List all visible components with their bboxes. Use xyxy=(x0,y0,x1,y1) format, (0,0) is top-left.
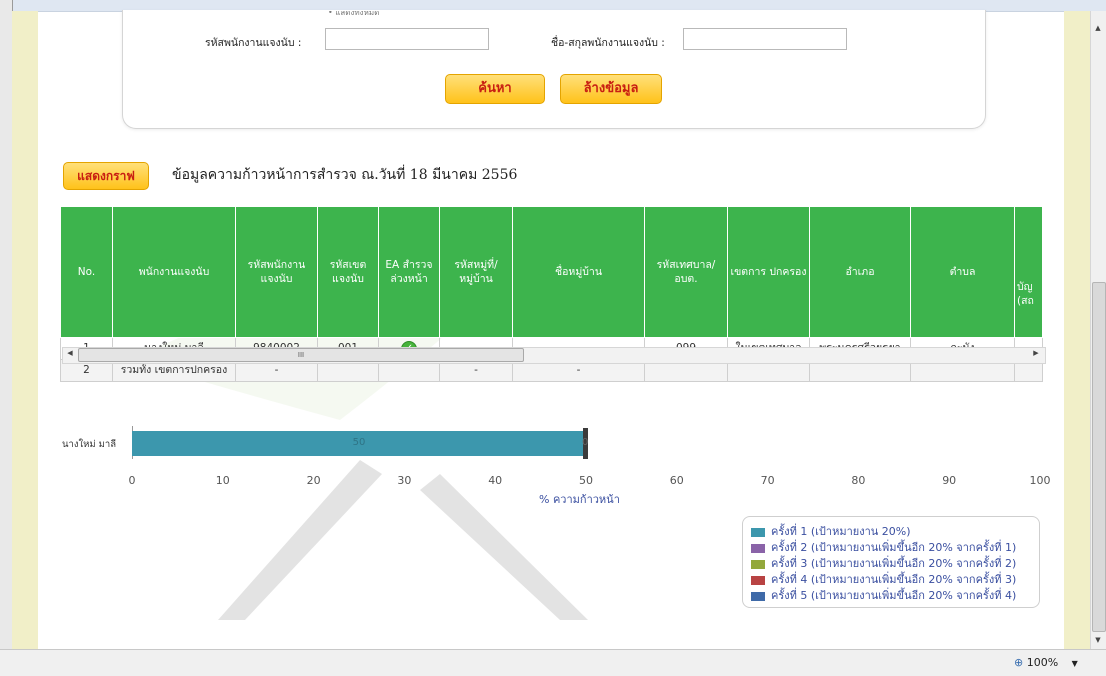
chart-x-tick-label: 0 xyxy=(128,474,136,487)
header-district: อำเภอ xyxy=(809,206,911,338)
status-bar xyxy=(0,649,1106,676)
header-emp-code: รหัสพนักงาน แจงนับ xyxy=(235,206,318,338)
header-subdistrict: ตำบล xyxy=(910,206,1015,338)
page-scroll-thumb[interactable] xyxy=(1092,282,1106,632)
header-admin-area: เขตการ ปกครอง xyxy=(727,206,810,338)
legend-swatch-3 xyxy=(751,559,765,569)
chart-x-tick-label: 50 xyxy=(579,474,593,487)
chart-x-tick-label: 90 xyxy=(942,474,957,487)
chart-bar-series-1: 50 xyxy=(132,431,586,456)
legend-label: ครั้งที่ 4 (เป้าหมายงานเพิ่มขึ้นอีก 20% … xyxy=(771,573,1017,586)
chart-x-tick-label: 80 xyxy=(851,474,866,487)
header-no: No. xyxy=(60,206,113,338)
scroll-down-arrow-icon[interactable]: ▼ xyxy=(1090,636,1106,644)
chevron-down-icon[interactable]: ▼ xyxy=(1072,659,1078,668)
emp-code-label: รหัสพนักงานแจงนับ : xyxy=(205,37,302,49)
chart-category-label: นางใหม่ มาลี xyxy=(62,439,117,450)
header-municipality-code: รหัสเทศบาล/ อบต. xyxy=(644,206,728,338)
cut-radio-label: • แสดงทั้งหมด xyxy=(328,11,380,17)
chart-x-tick-label: 10 xyxy=(215,474,230,487)
table-scroll-thumb[interactable]: III xyxy=(78,348,524,362)
chart-x-tick-label: 60 xyxy=(669,474,684,487)
header-ea-survey: EA สำรวจ ล่วงหน้า xyxy=(378,206,440,338)
legend-label: ครั้งที่ 2 (เป้าหมายงานเพิ่มขึ้นอีก 20% … xyxy=(771,541,1017,554)
emp-name-input[interactable] xyxy=(683,28,847,50)
chart-x-tick-label: 20 xyxy=(306,474,321,487)
zoom-control[interactable]: ⊕ 100% ▼ xyxy=(1014,656,1078,669)
chart-x-axis-label: % ความก้าวหน้า xyxy=(539,493,620,506)
scroll-left-arrow-icon[interactable]: ◀ xyxy=(62,349,78,357)
legend-label: ครั้งที่ 5 (เป้าหมายงานเพิ่มขึ้นอีก 20% … xyxy=(771,589,1017,602)
emp-name-label: ชื่อ-สกุลพนักงานแจงนับ : xyxy=(551,37,665,49)
chart-x-tick-label: 40 xyxy=(488,474,503,487)
legend-label: ครั้งที่ 1 (เป้าหมายงาน 20%) xyxy=(771,525,911,538)
table-header-row: No. พนักงานแจงนับ รหัสพนักงาน แจงนับ รหั… xyxy=(60,206,1043,338)
legend-label: ครั้งที่ 3 (เป้าหมายงานเพิ่มขึ้นอีก 20% … xyxy=(771,557,1017,570)
chart-x-tick-label: 100 xyxy=(1029,474,1051,487)
legend-swatch-4 xyxy=(751,575,765,585)
scroll-up-arrow-icon[interactable]: ▲ xyxy=(1090,24,1106,32)
clear-button[interactable]: ล้างข้อมูล xyxy=(560,74,662,104)
scroll-right-arrow-icon[interactable]: ▶ xyxy=(1028,349,1044,357)
search-button[interactable]: ค้นหา xyxy=(445,74,545,104)
zoom-icon: ⊕ xyxy=(1014,656,1024,669)
search-panel xyxy=(122,10,986,129)
show-graph-button[interactable]: แสดงกราฟ xyxy=(63,162,149,190)
page-right-border xyxy=(1064,11,1090,649)
legend-swatch-2 xyxy=(751,543,765,553)
emp-code-input[interactable] xyxy=(325,28,489,50)
header-area-code: รหัสเขต แจงนับ xyxy=(317,206,379,338)
page-left-border xyxy=(12,11,38,649)
legend-item-5: ครั้งที่ 5 (เป้าหมายงานเพิ่มขึ้นอีก 20% … xyxy=(751,586,1016,604)
zoom-level: 100% xyxy=(1026,656,1059,669)
chart-x-tick-label: 70 xyxy=(760,474,775,487)
chart-bar-zero-label: 0 xyxy=(582,437,589,448)
report-title: ข้อมูลความก้าวหน้าการสำรวจ ณ.วันที่ 18 ม… xyxy=(172,167,518,183)
chart-bar-label: 50 xyxy=(352,437,366,448)
chart-legend: ครั้งที่ 1 (เป้าหมายงาน 20%) ครั้งที่ 2 … xyxy=(742,516,1040,608)
header-enumerator: พนักงานแจงนับ xyxy=(112,206,236,338)
header-account-cut: บัญ (สถ xyxy=(1014,206,1043,338)
legend-swatch-5 xyxy=(751,591,765,601)
header-village-name: ชื่อหมู่บ้าน xyxy=(512,206,645,338)
header-village-code: รหัสหมู่ที่/ หมู่บ้าน xyxy=(439,206,513,338)
chart-x-tick-label: 30 xyxy=(397,474,412,487)
legend-swatch-1 xyxy=(751,527,765,537)
